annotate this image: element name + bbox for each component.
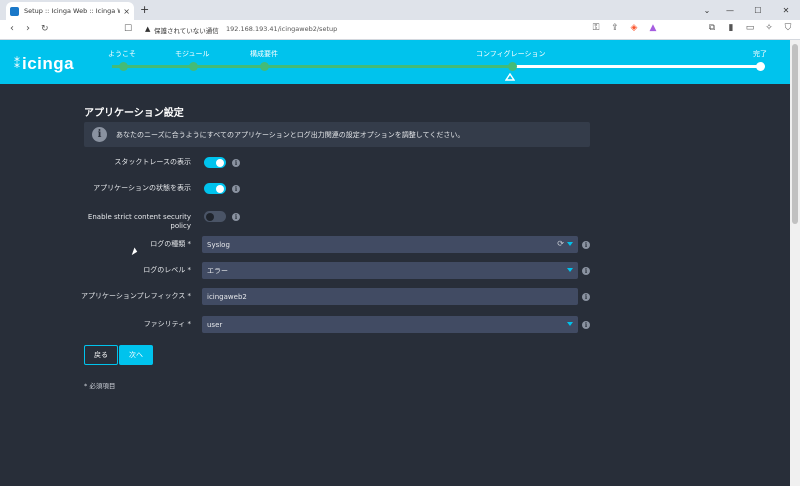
facility-label: ファシリティ *: [143, 320, 191, 328]
info-box: i あなたのニーズに合うようにすべてのアプリケーションとログ出力関連の設定オプシ…: [84, 122, 590, 147]
extensions-icon[interactable]: ⧉: [706, 23, 718, 33]
progress-done-track: [112, 65, 514, 68]
current-step-icon: [505, 73, 515, 81]
key-icon[interactable]: ⚿: [590, 23, 602, 33]
app-prefix-help-icon[interactable]: i: [582, 293, 590, 301]
setup-header: ⁑ icinga ようこそ モジュール 構成要件 コンフィグレーション 完了: [0, 40, 790, 84]
stack-trace-help-icon[interactable]: i: [232, 159, 240, 167]
maximize-icon[interactable]: ☐: [744, 0, 772, 20]
app-state-toggle[interactable]: [204, 183, 226, 194]
tab-title: Setup :: Icinga Web :: Icinga We: [24, 7, 121, 15]
csp-label: Enable strict content security policy: [87, 213, 191, 230]
wallet-icon[interactable]: ▭: [744, 23, 756, 33]
logo-mark-icon: ⁑: [14, 57, 20, 71]
brave-shield-icon[interactable]: ◈: [628, 23, 640, 33]
stack-trace-label: スタックトレースの表示: [114, 158, 191, 166]
minimize-icon[interactable]: —: [716, 0, 744, 20]
info-icon: i: [92, 127, 107, 142]
step-modules: モジュール: [175, 50, 210, 58]
insecure-connection-label[interactable]: 保護されていない通信: [154, 25, 219, 35]
app-prefix-label: アプリケーションプレフィックス *: [80, 292, 191, 300]
progress-dot-requirements: [260, 62, 269, 71]
app-state-help-icon[interactable]: i: [232, 185, 240, 193]
log-type-select[interactable]: Syslog ⟳: [202, 236, 578, 253]
log-level-help-icon[interactable]: i: [582, 267, 590, 275]
section-title: アプリケーション設定: [84, 108, 184, 119]
step-requirements: 構成要件: [250, 50, 278, 58]
log-type-help-icon[interactable]: i: [582, 241, 590, 249]
vpn-icon[interactable]: ⛉: [782, 23, 794, 33]
address-bar: ‹ › ↻ ☐ ▲ 保護されていない通信 192.168.193.41/icin…: [0, 20, 800, 40]
sidebar-icon[interactable]: ▮: [725, 23, 737, 33]
icinga-logo: ⁑ icinga: [14, 54, 74, 74]
share-icon[interactable]: ⇪: [609, 23, 621, 33]
step-finish: 完了: [753, 50, 767, 58]
progress-dot-welcome: [119, 62, 128, 71]
browser-tab-bar: Setup :: Icinga Web :: Icinga We × + ⌄ —…: [0, 0, 800, 20]
progress-remaining-track: [514, 65, 764, 68]
tab-search-icon[interactable]: ⌄: [698, 0, 716, 20]
chevron-down-icon: [567, 268, 573, 272]
browser-toolbar: ⚿ ⇪ ◈ ▲ ⧉ ▮ ▭ ✧ ⛉ ≡: [590, 23, 800, 33]
progress-dot-finish: [756, 62, 765, 71]
chevron-down-icon: [567, 242, 573, 246]
app-prefix-input[interactable]: [202, 288, 578, 305]
chevron-down-icon: [567, 322, 573, 326]
log-level-label: ログのレベル *: [143, 266, 191, 274]
progress-dot-configuration: [508, 62, 517, 71]
mouse-cursor-icon: [131, 247, 139, 257]
page-scrollbar-thumb[interactable]: [792, 44, 798, 224]
refresh-icon: ⟳: [557, 239, 564, 248]
csp-toggle[interactable]: [204, 211, 226, 222]
back-arrow-icon[interactable]: ‹: [10, 23, 14, 34]
progress-dot-modules: [189, 62, 198, 71]
toggle-knob: [206, 212, 214, 221]
log-level-value: エラー: [207, 266, 228, 275]
back-button[interactable]: 戻る: [84, 345, 118, 365]
stack-trace-toggle[interactable]: [204, 157, 226, 168]
step-welcome: ようこそ: [108, 50, 136, 58]
csp-help-icon[interactable]: i: [232, 213, 240, 221]
browser-tab[interactable]: Setup :: Icinga Web :: Icinga We ×: [6, 2, 134, 20]
required-note: * 必須項目: [84, 382, 116, 390]
info-text: あなたのニーズに合うようにすべてのアプリケーションとログ出力関連の設定オプション…: [116, 130, 465, 139]
logo-text: icinga: [22, 54, 75, 73]
leo-icon[interactable]: ✧: [763, 23, 775, 33]
toggle-knob: [216, 158, 224, 167]
new-tab-button[interactable]: +: [140, 3, 149, 16]
facility-value: user: [207, 320, 223, 329]
app-state-label: アプリケーションの状態を表示: [93, 184, 191, 192]
log-type-value: Syslog: [207, 240, 230, 249]
window-controls: ⌄ — ☐ ✕: [698, 0, 800, 20]
facility-select[interactable]: user: [202, 316, 578, 333]
url-text[interactable]: 192.168.193.41/icingaweb2/setup: [226, 25, 337, 33]
forward-arrow-icon[interactable]: ›: [26, 23, 30, 34]
close-window-icon[interactable]: ✕: [772, 0, 800, 20]
rewards-icon[interactable]: ▲: [647, 23, 659, 33]
warning-icon[interactable]: ▲: [145, 25, 150, 33]
log-level-select[interactable]: エラー: [202, 262, 578, 279]
toggle-knob: [216, 184, 224, 193]
next-button[interactable]: 次へ: [119, 345, 153, 365]
step-configuration: コンフィグレーション: [476, 50, 546, 58]
facility-help-icon[interactable]: i: [582, 321, 590, 329]
bookmark-icon[interactable]: ☐: [124, 24, 132, 34]
icinga-favicon-icon: [10, 6, 19, 16]
reload-icon[interactable]: ↻: [41, 24, 49, 34]
close-tab-icon[interactable]: ×: [123, 7, 130, 16]
